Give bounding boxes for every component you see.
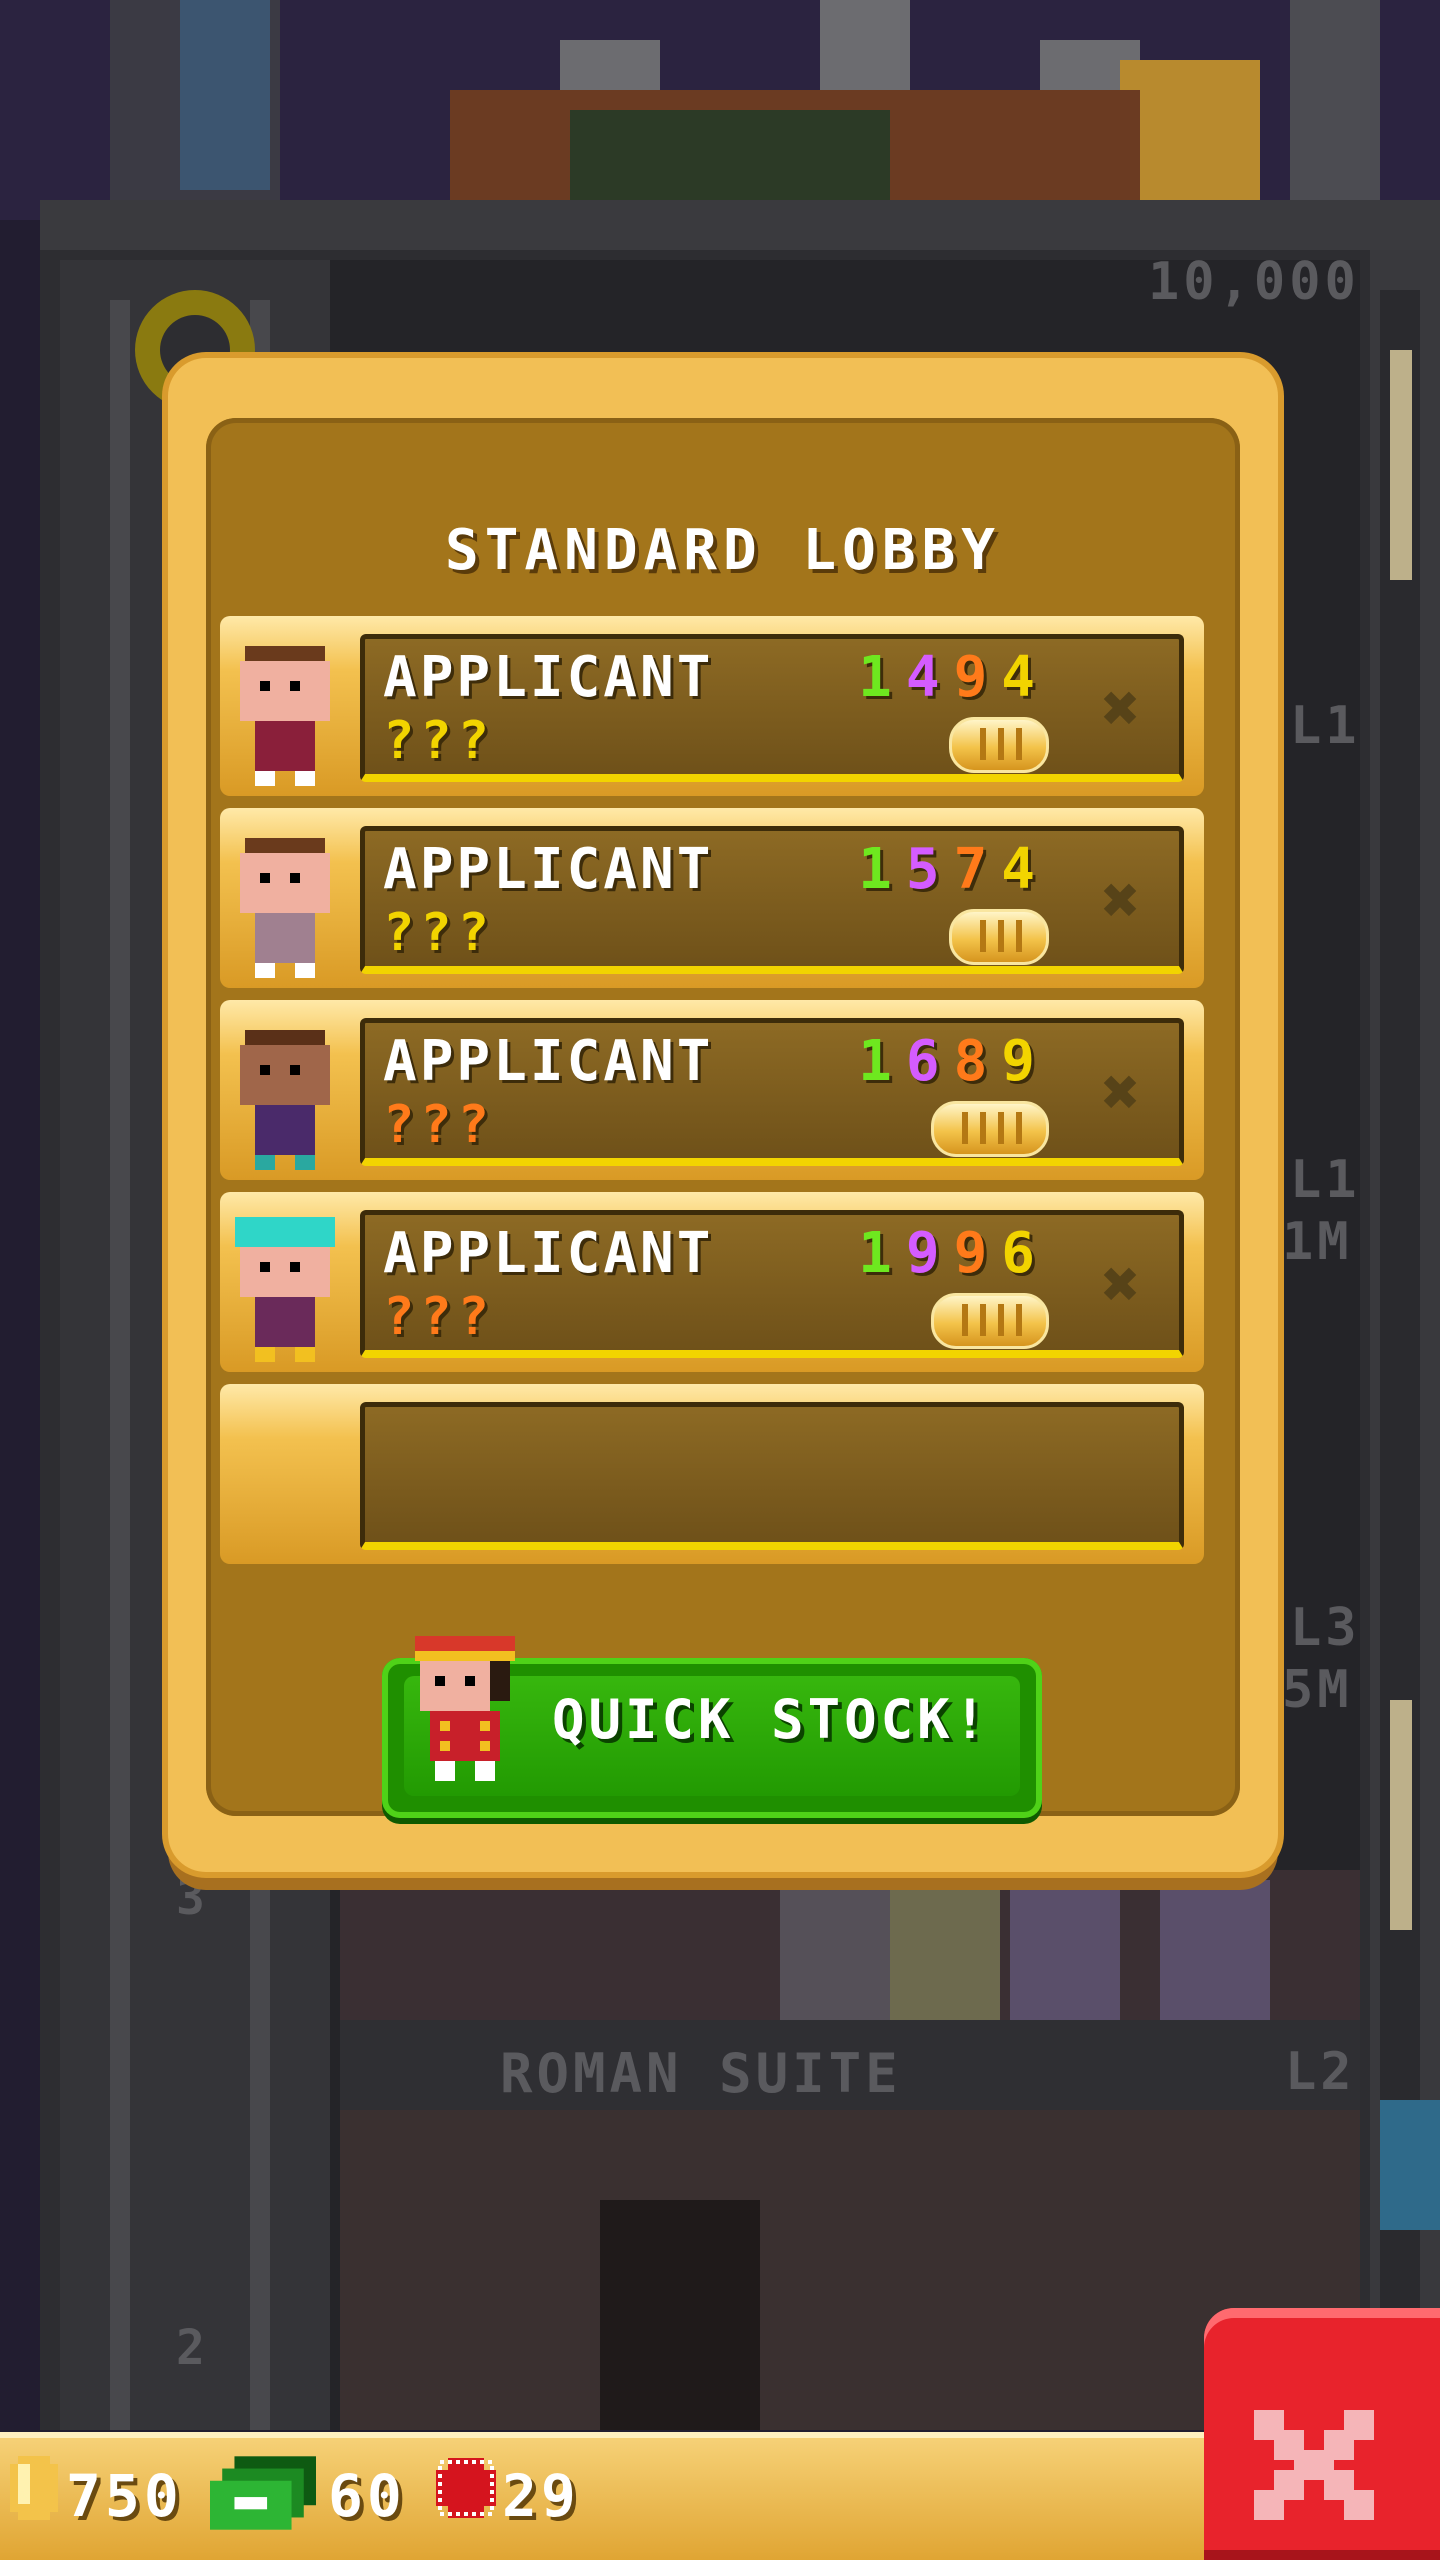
currency-bar: 750 60 29	[0, 2432, 1210, 2560]
applicant-skills: 1574	[858, 837, 1049, 902]
quick-stock-label: QUICK STOCK!	[552, 1688, 991, 1751]
applicant-info-panel: APPLICANT ??? 1574 ✖	[360, 826, 1184, 974]
applicant-avatar	[240, 838, 330, 978]
floor-level-label: L1	[1290, 696, 1361, 756]
skill-value: 4	[1001, 837, 1049, 902]
coin-stack-icon	[949, 717, 1049, 773]
applicant-skills: 1689	[858, 1029, 1049, 1094]
skill-value: 4	[1001, 645, 1049, 710]
skill-value: 1	[858, 837, 906, 902]
skill-value: 6	[1001, 1221, 1049, 1286]
applicant-row[interactable]: APPLICANT ??? 1494 ✖	[220, 616, 1204, 796]
coin-stack-icon	[931, 1293, 1049, 1349]
coin-icon	[10, 2456, 58, 2520]
floor-number: 3	[176, 1870, 209, 1926]
tower-height-label: 10,000	[1148, 252, 1360, 312]
applicant-avatar	[240, 1030, 330, 1170]
x-icon[interactable]: ✖	[1091, 1061, 1151, 1125]
x-icon[interactable]: ✖	[1091, 1253, 1151, 1317]
skill-value: 4	[905, 645, 954, 710]
dialog-panel: STANDARD LOBBY APPLICANT ??? 1494 ✖ APPL…	[206, 418, 1240, 1818]
bux-icon	[210, 2456, 316, 2530]
bellhop-icon	[415, 1636, 515, 1781]
applicant-name: APPLICANT	[383, 837, 714, 902]
floor-level-label: L1	[1290, 1150, 1361, 1210]
skill-value: 9	[953, 1221, 1002, 1286]
applicant-row[interactable]: APPLICANT ??? 1689 ✖	[220, 1000, 1204, 1180]
applicant-avatar	[235, 1217, 335, 1362]
skill-value: 5	[905, 837, 954, 902]
skill-value: 1	[858, 1029, 906, 1094]
skill-value: 9	[1001, 1029, 1049, 1094]
skill-value: 9	[953, 645, 1002, 710]
skill-value: 6	[905, 1029, 954, 1094]
applicant-info-panel: APPLICANT ??? 1996 ✖	[360, 1210, 1184, 1358]
bux-count: 60	[328, 2462, 406, 2530]
floor-value-label: 1M	[1282, 1212, 1353, 1272]
quick-stock-button[interactable]: QUICK STOCK!	[382, 1636, 1042, 1818]
skill-value: 1	[858, 1221, 906, 1286]
coin-stack-icon	[949, 909, 1049, 965]
x-icon[interactable]: ✖	[1091, 677, 1151, 741]
ticket-count: 29	[502, 2462, 580, 2530]
applicant-name: APPLICANT	[383, 645, 714, 710]
applicant-dream-job: ???	[383, 711, 495, 771]
applicant-info-panel: APPLICANT ??? 1689 ✖	[360, 1018, 1184, 1166]
floor-level-label: L3	[1290, 1598, 1361, 1658]
standard-lobby-dialog: STANDARD LOBBY APPLICANT ??? 1494 ✖ APPL…	[168, 358, 1278, 1872]
applicant-skills: 1996	[858, 1221, 1049, 1286]
floor-value-label: 5M	[1282, 1660, 1353, 1720]
empty-slot-panel	[360, 1402, 1184, 1550]
skill-value: 1	[858, 645, 906, 710]
close-button[interactable]	[1204, 2308, 1440, 2560]
applicant-dream-job: ???	[383, 1095, 495, 1155]
close-icon	[1254, 2410, 1374, 2520]
x-icon[interactable]: ✖	[1091, 869, 1151, 933]
coin-stack-icon	[931, 1101, 1049, 1157]
skill-value: 8	[953, 1029, 1002, 1094]
applicant-row[interactable]: APPLICANT ??? 1996 ✖	[220, 1192, 1204, 1372]
applicant-name: APPLICANT	[383, 1221, 714, 1286]
dialog-title: STANDARD LOBBY	[444, 518, 1001, 583]
floor-level-label: L2	[1285, 2042, 1356, 2102]
empty-applicant-slot	[220, 1384, 1204, 1564]
applicant-skills: 1494	[858, 645, 1049, 710]
ticket-icon	[436, 2458, 496, 2518]
suite-name-label: ROMAN SUITE	[500, 2042, 902, 2105]
applicant-row[interactable]: APPLICANT ??? 1574 ✖	[220, 808, 1204, 988]
applicant-avatar	[240, 646, 330, 786]
applicant-name: APPLICANT	[383, 1029, 714, 1094]
skill-value: 7	[953, 837, 1002, 902]
applicant-dream-job: ???	[383, 903, 495, 963]
skill-value: 9	[905, 1221, 954, 1286]
applicant-dream-job: ???	[383, 1287, 495, 1347]
applicant-info-panel: APPLICANT ??? 1494 ✖	[360, 634, 1184, 782]
floor-number: 2	[176, 2320, 209, 2376]
coin-count: 750	[66, 2462, 183, 2530]
